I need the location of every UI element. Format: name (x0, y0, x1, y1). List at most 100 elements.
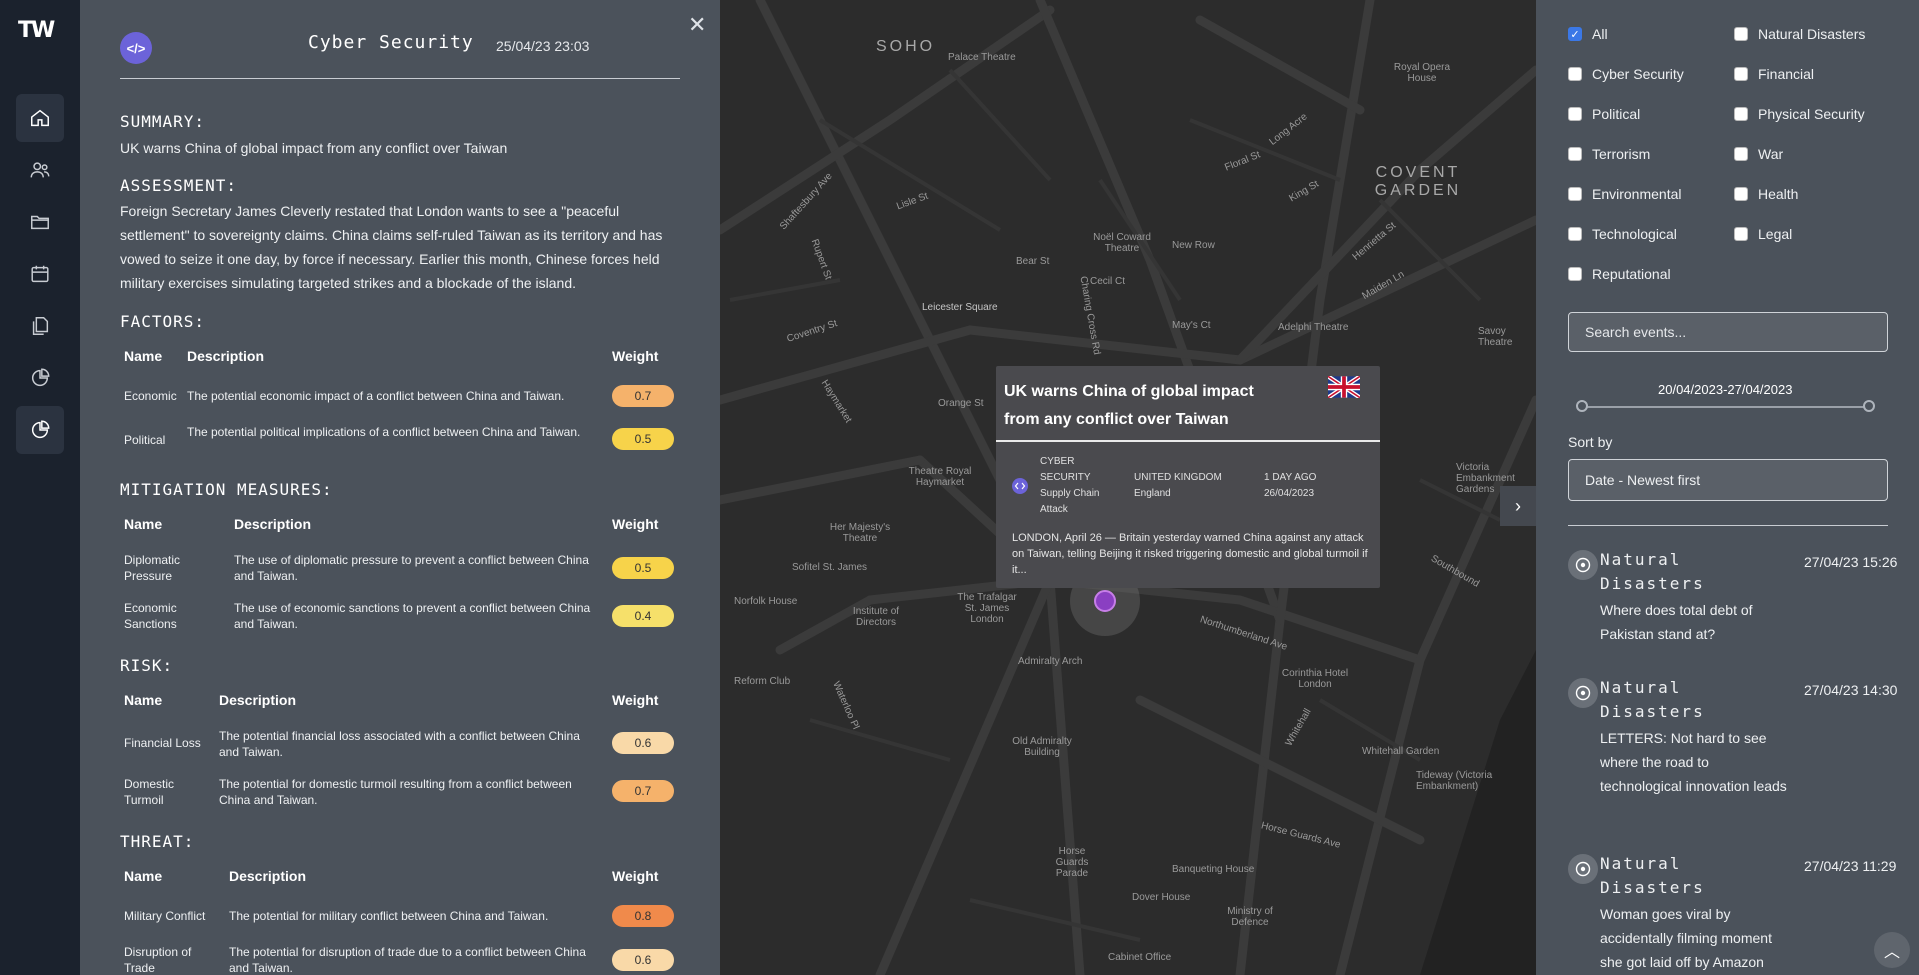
camera-shutter-icon (1575, 685, 1591, 701)
checkbox[interactable] (1734, 107, 1748, 121)
app-logo[interactable]: TW (18, 18, 55, 43)
event-title[interactable]: Where does total debt of Pakistan stand … (1600, 598, 1790, 646)
checkbox[interactable] (1568, 267, 1582, 281)
filter-natural-disasters[interactable]: Natural Disasters (1734, 26, 1865, 42)
map-label: Norfolk House (734, 596, 798, 607)
nav-users[interactable] (16, 146, 64, 194)
threat-description: The potential for disruption of trade du… (229, 945, 586, 975)
factor-name: Political (124, 433, 166, 447)
map-label: Bear St (1016, 256, 1050, 267)
mitigation-description: The use of diplomatic pressure to preven… (234, 553, 589, 583)
risk-heading: RISK: (120, 656, 174, 675)
nav-pie-chart[interactable] (16, 354, 64, 402)
filter-physical-security[interactable]: Physical Security (1734, 106, 1865, 122)
weight-badge: 0.4 (612, 605, 674, 627)
threat-heading: THREAT: (120, 832, 195, 851)
scroll-to-top-button[interactable]: ︿ (1874, 932, 1910, 968)
filter-cyber-security[interactable]: Cyber Security (1568, 66, 1684, 82)
factor-description: The potential political implications of … (187, 425, 581, 439)
expand-panel-button[interactable]: › (1500, 486, 1536, 526)
map-label: New Row (1172, 240, 1215, 251)
checkbox[interactable] (1734, 27, 1748, 41)
filter-health[interactable]: Health (1734, 186, 1798, 202)
calendar-icon (31, 265, 49, 283)
map-label: Tideway (Victoria Embankment) (1416, 770, 1493, 792)
weight-badge: 0.5 (612, 428, 674, 450)
map-label: Cabinet Office (1108, 952, 1172, 963)
filter-label: Legal (1758, 226, 1793, 242)
event-detail-panel: ✕ </> Cyber Security 25/04/23 23:03 SUMM… (80, 0, 720, 975)
nav-documents[interactable] (16, 302, 64, 350)
filter-financial[interactable]: Financial (1734, 66, 1814, 82)
nav-home[interactable] (16, 94, 64, 142)
summary-heading: SUMMARY: (120, 112, 206, 131)
event-marker[interactable] (1094, 590, 1116, 612)
filter-label: Terrorism (1592, 146, 1651, 162)
analytics-icon (31, 420, 50, 439)
checkbox[interactable] (1568, 227, 1582, 241)
checkbox[interactable] (1568, 67, 1582, 81)
range-end-handle[interactable] (1863, 400, 1875, 412)
checkbox[interactable] (1734, 147, 1748, 161)
filter-terrorism[interactable]: Terrorism (1568, 146, 1650, 162)
filter-panel: ✓ All Natural Disasters Cyber Security Fi… (1536, 0, 1919, 975)
event-category[interactable]: Natural Disasters (1600, 852, 1750, 900)
col-name: Name (124, 348, 163, 364)
close-icon[interactable]: ✕ (688, 12, 706, 38)
event-popup[interactable]: UK warns China of global impact from any… (996, 366, 1380, 588)
col-description: Description (187, 348, 265, 364)
weight-badge: 0.5 (612, 557, 674, 579)
col-description: Description (229, 868, 307, 884)
filter-war[interactable]: War (1734, 146, 1783, 162)
filter-reputational[interactable]: Reputational (1568, 266, 1671, 282)
checkbox[interactable] (1734, 227, 1748, 241)
event-title[interactable]: Woman goes viral by accidentally filming… (1600, 902, 1790, 974)
sort-select[interactable]: Date - Newest first (1568, 459, 1888, 501)
col-name: Name (124, 516, 163, 532)
popup-title: UK warns China of global impact from any… (1004, 383, 1254, 428)
filter-label: Physical Security (1758, 106, 1865, 122)
nav-calendar[interactable] (16, 250, 64, 298)
filter-technological[interactable]: Technological (1568, 226, 1677, 242)
risk-name: Financial Loss (124, 736, 201, 750)
checkbox[interactable] (1568, 147, 1582, 161)
mitigation-heading: MITIGATION MEASURES: (120, 480, 333, 499)
checkbox[interactable] (1568, 107, 1582, 121)
divider (1568, 525, 1888, 526)
nav-analytics[interactable] (16, 406, 64, 454)
filter-all[interactable]: ✓ All (1568, 26, 1608, 42)
weight-badge: 0.7 (612, 385, 674, 407)
threat-description: The potential for military conflict betw… (229, 909, 549, 923)
checkbox[interactable] (1568, 187, 1582, 201)
map-label: Ministry of Defence (1227, 906, 1273, 928)
event-category[interactable]: Natural Disasters (1600, 548, 1750, 596)
map-label: Institute of Directors (852, 606, 900, 628)
col-weight: Weight (612, 348, 659, 364)
nav-folder[interactable] (16, 198, 64, 246)
code-icon (1012, 478, 1028, 494)
event-date: 27/04/23 11:29 (1804, 858, 1897, 874)
map-label: Corinthia Hotel London (1281, 668, 1349, 690)
checkbox[interactable] (1734, 67, 1748, 81)
detail-date: 25/04/23 23:03 (496, 38, 590, 54)
event-category-icon (1568, 678, 1598, 708)
range-start-handle[interactable] (1576, 400, 1588, 412)
filter-environmental[interactable]: Environmental (1568, 186, 1682, 202)
event-category[interactable]: Natural Disasters (1600, 676, 1750, 724)
checkbox[interactable] (1734, 187, 1748, 201)
popup-country: UNITED KINGDOM (1134, 472, 1222, 483)
pie-chart-icon (31, 368, 50, 387)
checkbox[interactable]: ✓ (1568, 27, 1582, 41)
filter-legal[interactable]: Legal (1734, 226, 1792, 242)
filter-political[interactable]: Political (1568, 106, 1640, 122)
event-title[interactable]: LETTERS: Not hard to see where the road … (1600, 726, 1790, 798)
date-range-slider[interactable] (1582, 406, 1872, 408)
detail-title: Cyber Security (308, 32, 474, 53)
code-icon: </> (120, 32, 152, 64)
map-label: The Trafalgar St. James London (957, 592, 1017, 625)
filter-label: Environmental (1592, 186, 1682, 202)
event-category-icon (1568, 854, 1598, 884)
search-input[interactable] (1568, 312, 1888, 352)
chevron-up-icon: ︿ (1883, 944, 1900, 961)
col-weight: Weight (612, 692, 659, 708)
